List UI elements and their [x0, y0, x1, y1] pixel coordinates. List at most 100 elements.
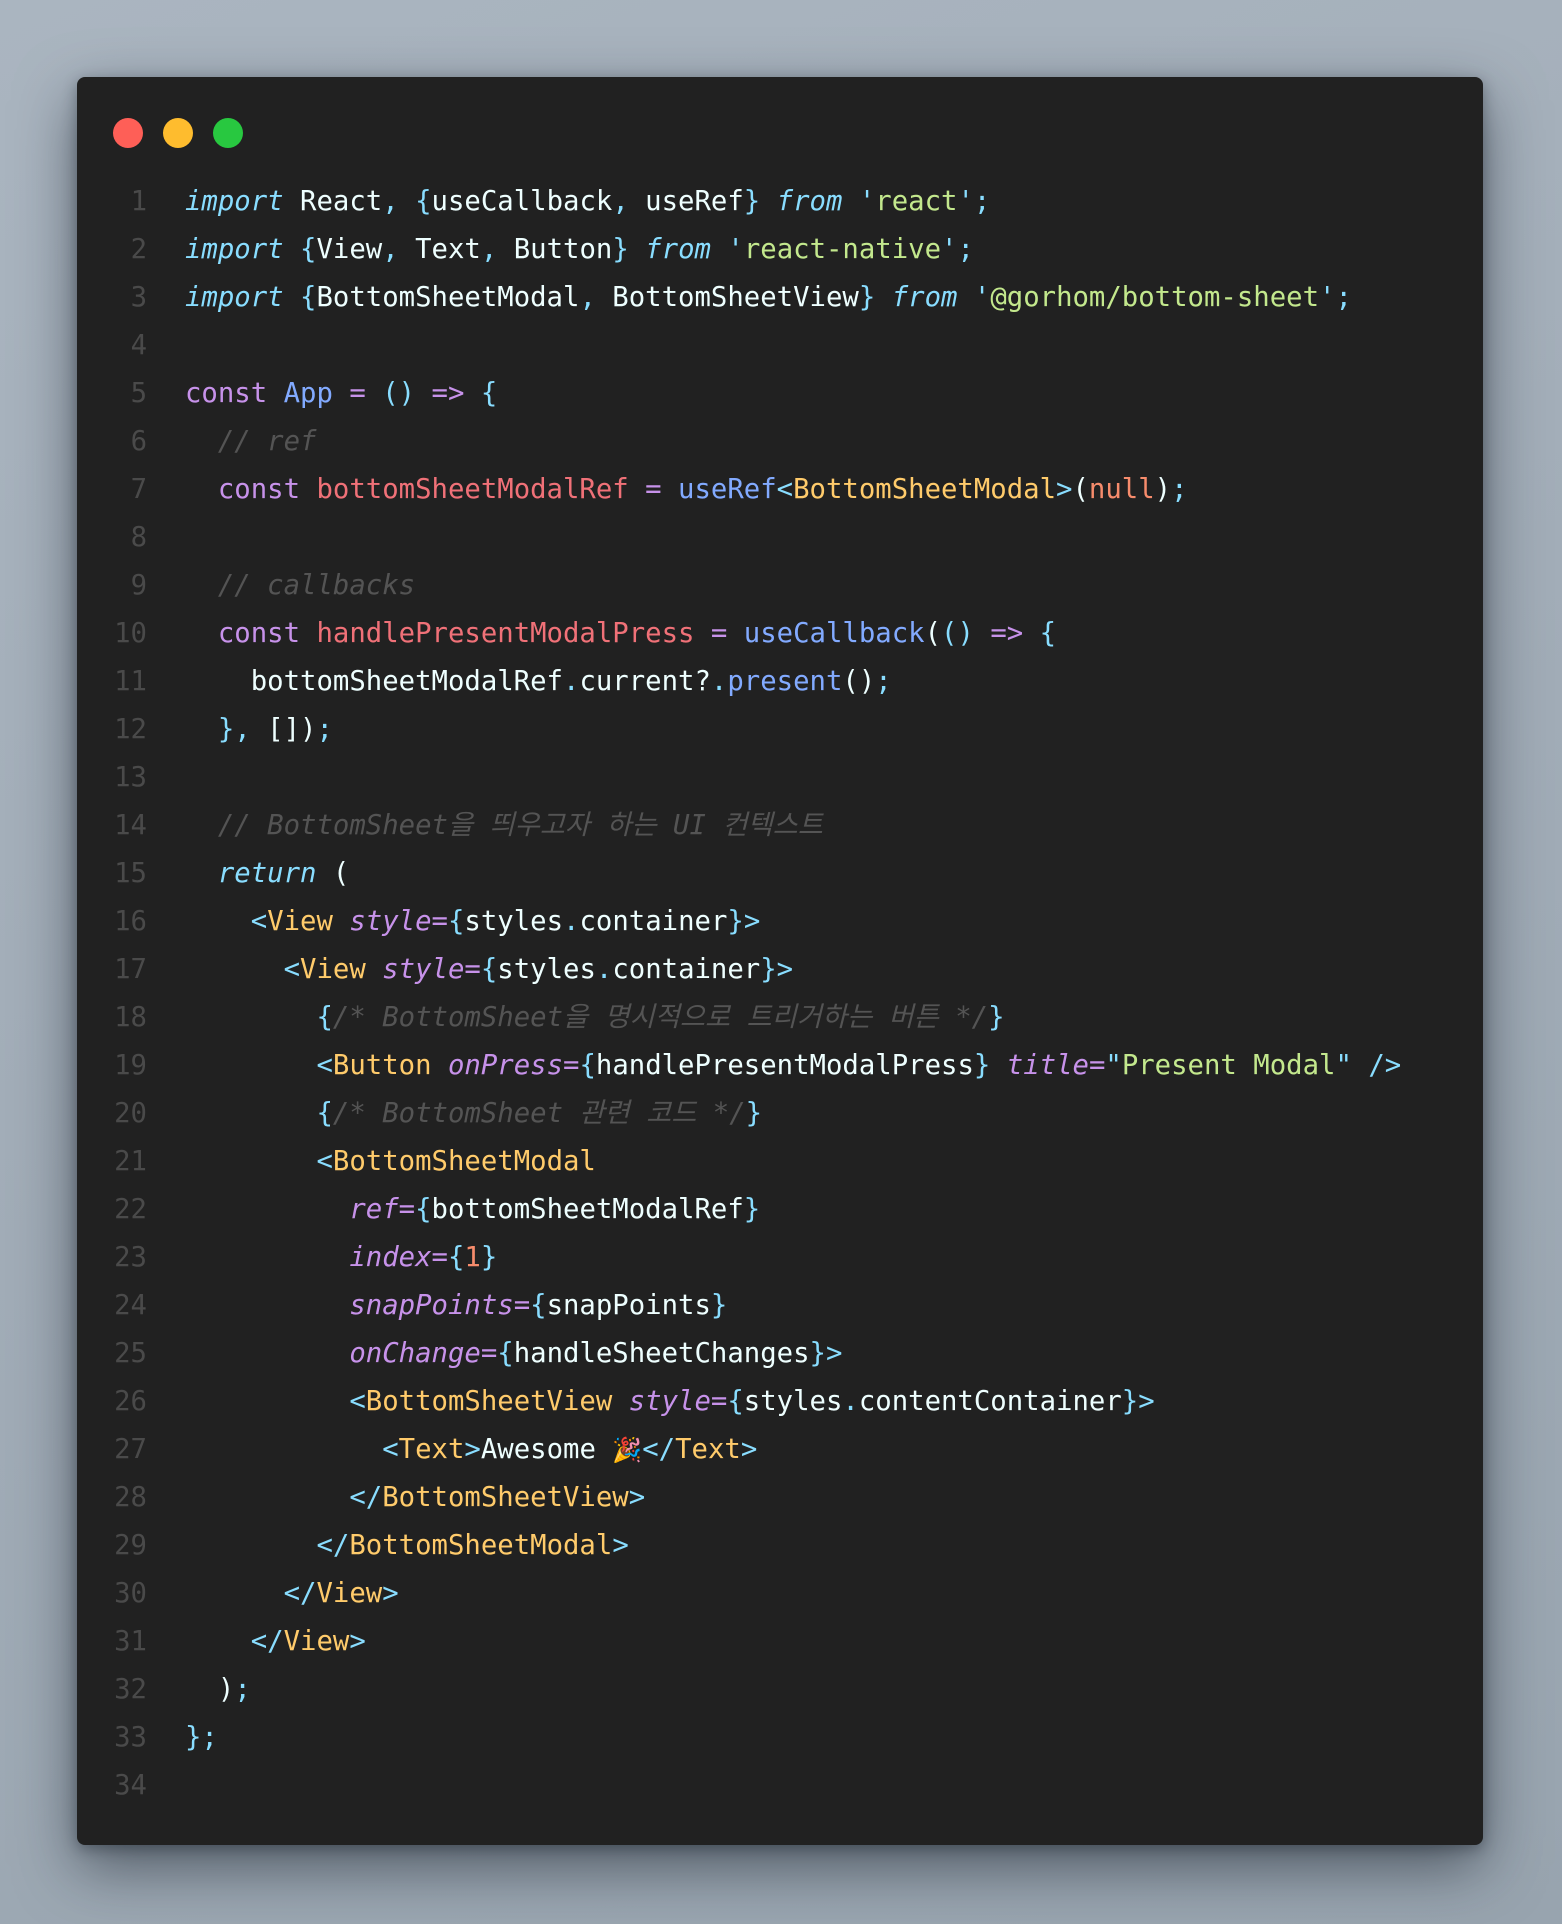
code-text: []): [250, 714, 317, 745]
punctuation-token: {: [1039, 618, 1057, 649]
line-number: 7: [130, 474, 147, 505]
punctuation-token: ': [858, 186, 876, 217]
punctuation-token: <: [382, 1434, 399, 1465]
line-content: // BottomSheet을 띄우고자 하는 UI 컨텍스트: [185, 802, 823, 850]
punctuation-token: ': [973, 282, 991, 313]
line-content: <Button onPress={handlePresentModalPress…: [185, 1042, 1401, 1090]
line-number: 31: [114, 1626, 147, 1657]
punctuation-token: ,: [382, 186, 399, 217]
line-content: const bottomSheetModalRef = useRef<Botto…: [185, 466, 1188, 514]
punctuation-token: >: [464, 1434, 481, 1465]
line-content: return (: [185, 850, 349, 898]
line-number: 32: [114, 1674, 147, 1705]
tag-token: BottomSheetView: [365, 1386, 613, 1417]
tag-token: BottomSheetModal: [332, 1146, 596, 1177]
operator-token: const: [217, 618, 301, 649]
line-number: 28: [114, 1482, 147, 1513]
line-content: bottomSheetModalRef.current?.present();: [185, 658, 892, 706]
punctuation-token: {: [447, 1242, 465, 1273]
code-text: BottomSheetView: [595, 282, 859, 313]
minimize-button[interactable]: [163, 118, 193, 148]
line-content: </View>: [185, 1570, 399, 1618]
code-text: React: [283, 186, 383, 217]
code-line: 32 );: [77, 1666, 1483, 1714]
code-text: ): [1154, 474, 1172, 505]
punctuation-token: >: [349, 1626, 366, 1657]
function-token: useCallback: [743, 618, 925, 649]
attribute-token: index: [349, 1242, 432, 1273]
punctuation-token: />: [1368, 1050, 1402, 1081]
string-token: react: [875, 186, 958, 217]
punctuation-token: {: [447, 906, 465, 937]
line-number: 6: [130, 426, 147, 457]
punctuation-token: ': [1319, 282, 1336, 313]
code-line: 31 </View>: [77, 1618, 1483, 1666]
punctuation-token: .: [563, 906, 580, 937]
punctuation-token: ;: [875, 666, 892, 697]
line-number: 1: [130, 186, 147, 217]
maximize-button[interactable]: [213, 118, 243, 148]
operator-token: =: [480, 1338, 498, 1369]
punctuation-token: ': [957, 186, 974, 217]
code-window: 1 import React, {useCallback, useRef} fro…: [77, 77, 1483, 1845]
punctuation-token: }: [988, 1002, 1005, 1033]
punctuation-token: <: [316, 1050, 333, 1081]
line-content: <View style={styles.container}>: [185, 898, 761, 946]
operator-token: =>: [431, 378, 465, 409]
punctuation-token: ;: [1171, 474, 1188, 505]
string-token: Present Modal: [1121, 1050, 1336, 1081]
punctuation-token: <: [283, 954, 301, 985]
code-line: 13: [77, 754, 1483, 802]
punctuation-token: }>: [727, 906, 761, 937]
attribute-token: onPress: [447, 1050, 564, 1081]
keyword-token: from: [776, 186, 843, 217]
code-line: 12 }, []);: [77, 706, 1483, 754]
punctuation-token: ;: [973, 186, 991, 217]
code-line: 10 const handlePresentModalPress = useCa…: [77, 610, 1483, 658]
line-number: 12: [114, 714, 147, 745]
keyword-token: import: [185, 282, 284, 313]
code-text: styles: [743, 1386, 843, 1417]
punctuation-token: .: [595, 954, 613, 985]
punctuation-token: }>: [1121, 1386, 1155, 1417]
keyword-token: from: [891, 282, 958, 313]
line-number: 22: [114, 1194, 147, 1225]
operator-token: =: [513, 1290, 531, 1321]
operator-token: =: [431, 1242, 448, 1273]
tag-token: View: [300, 954, 366, 985]
close-button[interactable]: [113, 118, 143, 148]
punctuation-token: {: [300, 282, 317, 313]
punctuation-token: {: [480, 954, 498, 985]
code-line: 5 const App = () => {: [77, 370, 1483, 418]
punctuation-token: };: [185, 1722, 218, 1753]
code-text: container: [612, 954, 761, 985]
code-text: useCallback: [431, 186, 613, 217]
code-line: 29 </BottomSheetModal>: [77, 1522, 1483, 1570]
comment-token: /* BottomSheet 관련 코드 */: [332, 1098, 746, 1129]
line-number: 9: [130, 570, 147, 601]
string-token: @gorhom/bottom-sheet: [990, 282, 1320, 313]
line-content: }, []);: [185, 706, 333, 754]
code-line: 6 // ref: [77, 418, 1483, 466]
code-line: 3 import {BottomSheetModal, BottomSheetVi…: [77, 274, 1483, 322]
literal-token: 1: [464, 1242, 481, 1273]
punctuation-token: }: [743, 186, 761, 217]
punctuation-token: <: [250, 906, 268, 937]
punctuation-token: }: [858, 282, 876, 313]
line-number: 15: [114, 858, 147, 889]
